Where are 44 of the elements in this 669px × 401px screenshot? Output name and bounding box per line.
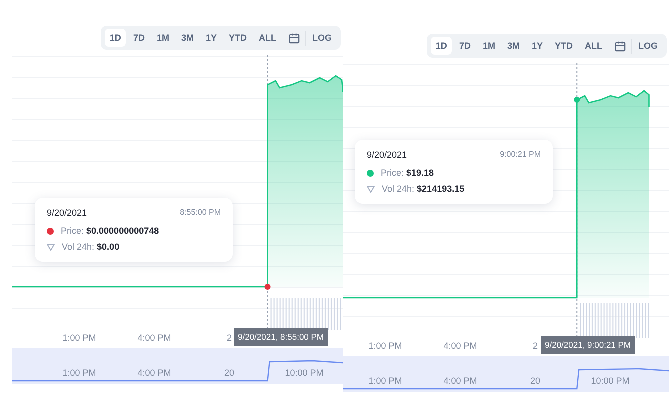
- range-tab[interactable]: 1M: [152, 29, 174, 47]
- crosshair-label: 9/20/2021, 8:55:00 PM: [234, 328, 328, 346]
- axis-label: 1:00 PM: [62, 333, 96, 343]
- tooltip-date: 9/20/2021: [47, 208, 88, 218]
- range-tab[interactable]: 1Y: [526, 37, 548, 55]
- range-tab[interactable]: 1M: [478, 37, 500, 55]
- range-tab[interactable]: YTD: [550, 37, 578, 55]
- volume-icon: [367, 186, 375, 192]
- volume-icon: [47, 244, 55, 250]
- price-text: Price: $0.000000000748: [61, 226, 160, 236]
- range-tab[interactable]: 1D: [104, 29, 126, 47]
- axis-label: 4:00 PM: [138, 333, 172, 343]
- navigator-label: 1:00 PM: [62, 368, 96, 378]
- log-button[interactable]: LOG: [308, 29, 337, 47]
- tooltip-time: 8:55:00 PM: [180, 208, 221, 218]
- navigator-label: 10:00 PM: [285, 368, 324, 378]
- navigator-label: 10:00 PM: [591, 376, 630, 386]
- calendar-icon: [614, 40, 626, 52]
- range-tab[interactable]: 1Y: [200, 29, 222, 47]
- range-tab[interactable]: 3M: [176, 29, 199, 47]
- navigator-label: 20: [530, 376, 540, 386]
- range-tab[interactable]: 3M: [502, 37, 525, 55]
- tooltip-time: 9:00:21 PM: [500, 150, 541, 160]
- range-tab[interactable]: ALL: [254, 29, 282, 47]
- navigator-label: 4:00 PM: [138, 368, 172, 378]
- log-button[interactable]: LOG: [634, 37, 663, 55]
- crosshair-label: 9/20/2021, 9:00:21 PM: [541, 336, 636, 354]
- navigator-label: 1:00 PM: [368, 376, 402, 386]
- volume-text: Vol 24h: $214193.15: [382, 184, 465, 194]
- tooltip-date: 9/20/2021: [367, 150, 408, 160]
- range-tab[interactable]: 7D: [128, 29, 150, 47]
- calendar-icon: [288, 32, 300, 44]
- price-text: Price: $19.18: [381, 168, 434, 178]
- volume-text: Vol 24h: $0.00: [62, 242, 120, 252]
- axis-label: 2: [226, 333, 232, 343]
- axis-label: 4:00 PM: [444, 341, 478, 351]
- range-tab[interactable]: 7D: [454, 37, 476, 55]
- range-tab[interactable]: 1D: [430, 37, 452, 55]
- navigator-label: 20: [224, 368, 234, 378]
- range-tab[interactable]: ALL: [580, 37, 608, 55]
- range-tab[interactable]: YTD: [224, 29, 252, 47]
- axis-label: 1:00 PM: [368, 341, 402, 351]
- navigator-label: 4:00 PM: [444, 376, 478, 386]
- axis-label: 2: [532, 341, 538, 351]
